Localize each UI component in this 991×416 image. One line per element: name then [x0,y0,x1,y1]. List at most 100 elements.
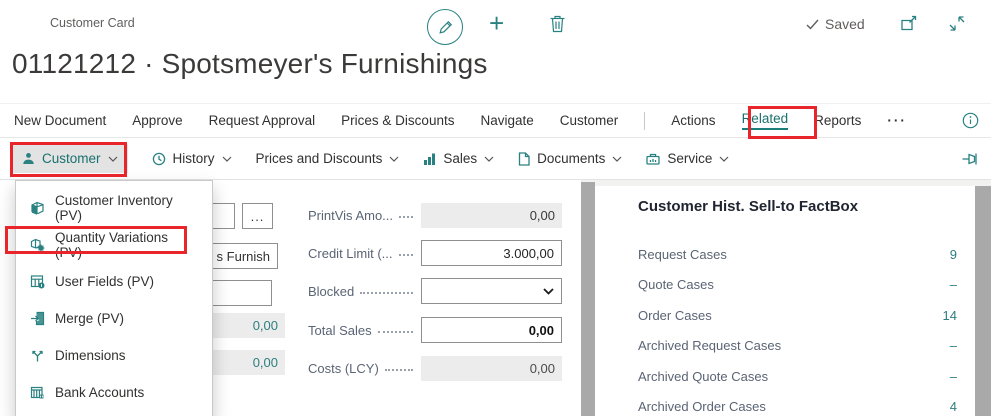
edit-button[interactable] [427,9,463,45]
plus-icon: + [489,8,505,38]
action-menubar: New Document Approve Request Approval Pr… [0,103,991,138]
open-window-icon [900,15,918,32]
ribbon-documents-label: Documents [537,151,606,166]
factbox-row-label: Archived Request Cases [638,338,782,354]
menu-approve[interactable]: Approve [132,113,182,128]
dropdown-item-user-fields[interactable]: User Fields (PV) [16,263,212,300]
menu-reports[interactable]: Reports [814,113,861,128]
field-row-printvis-amount: PrintVis Amo... 0,00 [308,202,562,228]
blocked-select[interactable] [421,278,562,304]
service-tools-icon [646,152,661,165]
chevron-down-icon [719,156,729,162]
ribbon-customer-menu[interactable]: Customer [12,144,128,173]
field-label: PrintVis Amo... [308,207,394,223]
menu-actions[interactable]: Actions [671,113,715,128]
menu-overflow[interactable]: ··· [887,113,907,128]
factbox-row: Request Cases 9 [638,239,957,270]
collapse-arrows-icon [948,15,966,32]
main-scrollbar[interactable] [581,182,595,416]
checkmark-icon [806,19,819,30]
ribbon-sales-menu[interactable]: Sales [423,151,494,166]
save-status: Saved [806,16,865,32]
factbox-row: Archived Order Cases 4 [638,392,957,416]
saved-label: Saved [825,16,865,32]
dropdown-item-label: Customer Inventory (PV) [55,192,173,223]
pencil-icon [437,19,454,36]
chevron-down-icon [389,156,399,162]
dropdown-item-bank-accounts[interactable]: Bank Accounts [16,374,212,411]
dotted-leader [384,369,413,371]
ribbon-service-menu[interactable]: Service [646,151,729,166]
factbox-row: Archived Request Cases – [638,331,957,362]
page-title: 01121212 · Spotsmeyer's Furnishings [12,48,488,79]
bank-accounts-icon [30,385,45,400]
menu-customer[interactable]: Customer [560,113,619,128]
merge-icon [30,311,45,326]
open-in-window-button[interactable] [900,15,918,32]
factbox-row-label: Request Cases [638,246,727,262]
person-icon [22,152,35,165]
factbox-row: Archived Quote Cases – [638,361,957,392]
factbox-row-label: Archived Quote Cases [638,368,769,384]
related-ribbon: Customer History Prices and Discounts Sa… [0,138,991,180]
factbox-row: Order Cases 14 [638,300,957,331]
assist-edit-button[interactable]: ... [242,203,273,229]
total-sales-input[interactable]: 0,00 [421,317,562,343]
factbox-rows: Request Cases 9 Quote Cases – Order Case… [638,239,957,416]
dropdown-item-label: Bank Accounts [55,385,145,400]
dotted-leader [360,292,413,294]
pin-pane-button[interactable] [961,152,979,166]
costs-lcy-field: 0,00 [421,355,562,381]
dotted-leader [399,216,413,218]
factbox-scrollbar[interactable] [975,186,991,416]
customer-dropdown-menu: Customer Inventory (PV) Quantity Variati… [15,180,213,416]
document-icon [518,151,530,166]
user-fields-icon [30,274,45,289]
order-cases-link[interactable]: 14 [943,308,957,323]
quote-cases-link[interactable]: – [950,277,957,292]
customer-card-page: Customer Card + Saved 01121212 · Spotsme… [0,0,991,416]
ribbon-customer-label: Customer [42,151,101,166]
delete-button[interactable] [549,14,566,33]
credit-limit-input[interactable]: 3.000,00 [421,240,562,266]
menu-new-document[interactable]: New Document [14,113,106,128]
field-label: Blocked [308,283,355,299]
dropdown-item-customer-inventory[interactable]: Customer Inventory (PV) [16,189,212,226]
chevron-down-icon [222,156,232,162]
dropdown-item-quantity-variations[interactable]: Quantity Variations (PV) [16,226,212,263]
collapse-button[interactable] [948,15,966,32]
trash-icon [549,14,566,33]
menu-prices-discounts[interactable]: Prices & Discounts [341,113,454,128]
inventory-icon [30,200,45,215]
factbox-row-label: Order Cases [638,307,712,323]
dropdown-item-label: Dimensions [55,348,126,363]
history-icon [152,152,166,166]
ribbon-prices-menu[interactable]: Prices and Discounts [256,151,400,166]
pin-icon [961,152,979,166]
printvis-amount-field: 0,00 [421,202,562,228]
dotted-leader [398,254,413,256]
info-pane-button[interactable] [962,112,979,129]
archived-quote-cases-link[interactable]: – [950,369,957,384]
ribbon-history-menu[interactable]: History [152,151,232,166]
dropdown-item-label: Merge (PV) [55,311,125,326]
factbox-row-label: Quote Cases [638,277,714,293]
sales-chart-icon [423,152,436,165]
ribbon-sales-label: Sales [443,151,478,166]
new-button[interactable]: + [489,10,504,36]
menu-request-approval[interactable]: Request Approval [209,113,316,128]
dropdown-item-dimensions[interactable]: Dimensions [16,337,212,374]
ribbon-documents-menu[interactable]: Documents [518,151,622,166]
dropdown-item-merge[interactable]: Merge (PV) [16,300,212,337]
dotted-leader [377,331,413,333]
menu-related[interactable]: Related [741,111,789,130]
dropdown-item-label: Quantity Variations (PV) [55,229,169,260]
chevron-down-icon [484,156,494,162]
menu-navigate[interactable]: Navigate [480,113,533,128]
factbox-row: Quote Cases – [638,270,957,301]
archived-order-cases-link[interactable]: 4 [950,399,957,414]
field-label: Total Sales [308,322,372,338]
customer-hist-factbox: Customer Hist. Sell-to FactBox Request C… [595,186,975,416]
request-cases-link[interactable]: 9 [950,247,957,262]
archived-request-cases-link[interactable]: – [950,338,957,353]
